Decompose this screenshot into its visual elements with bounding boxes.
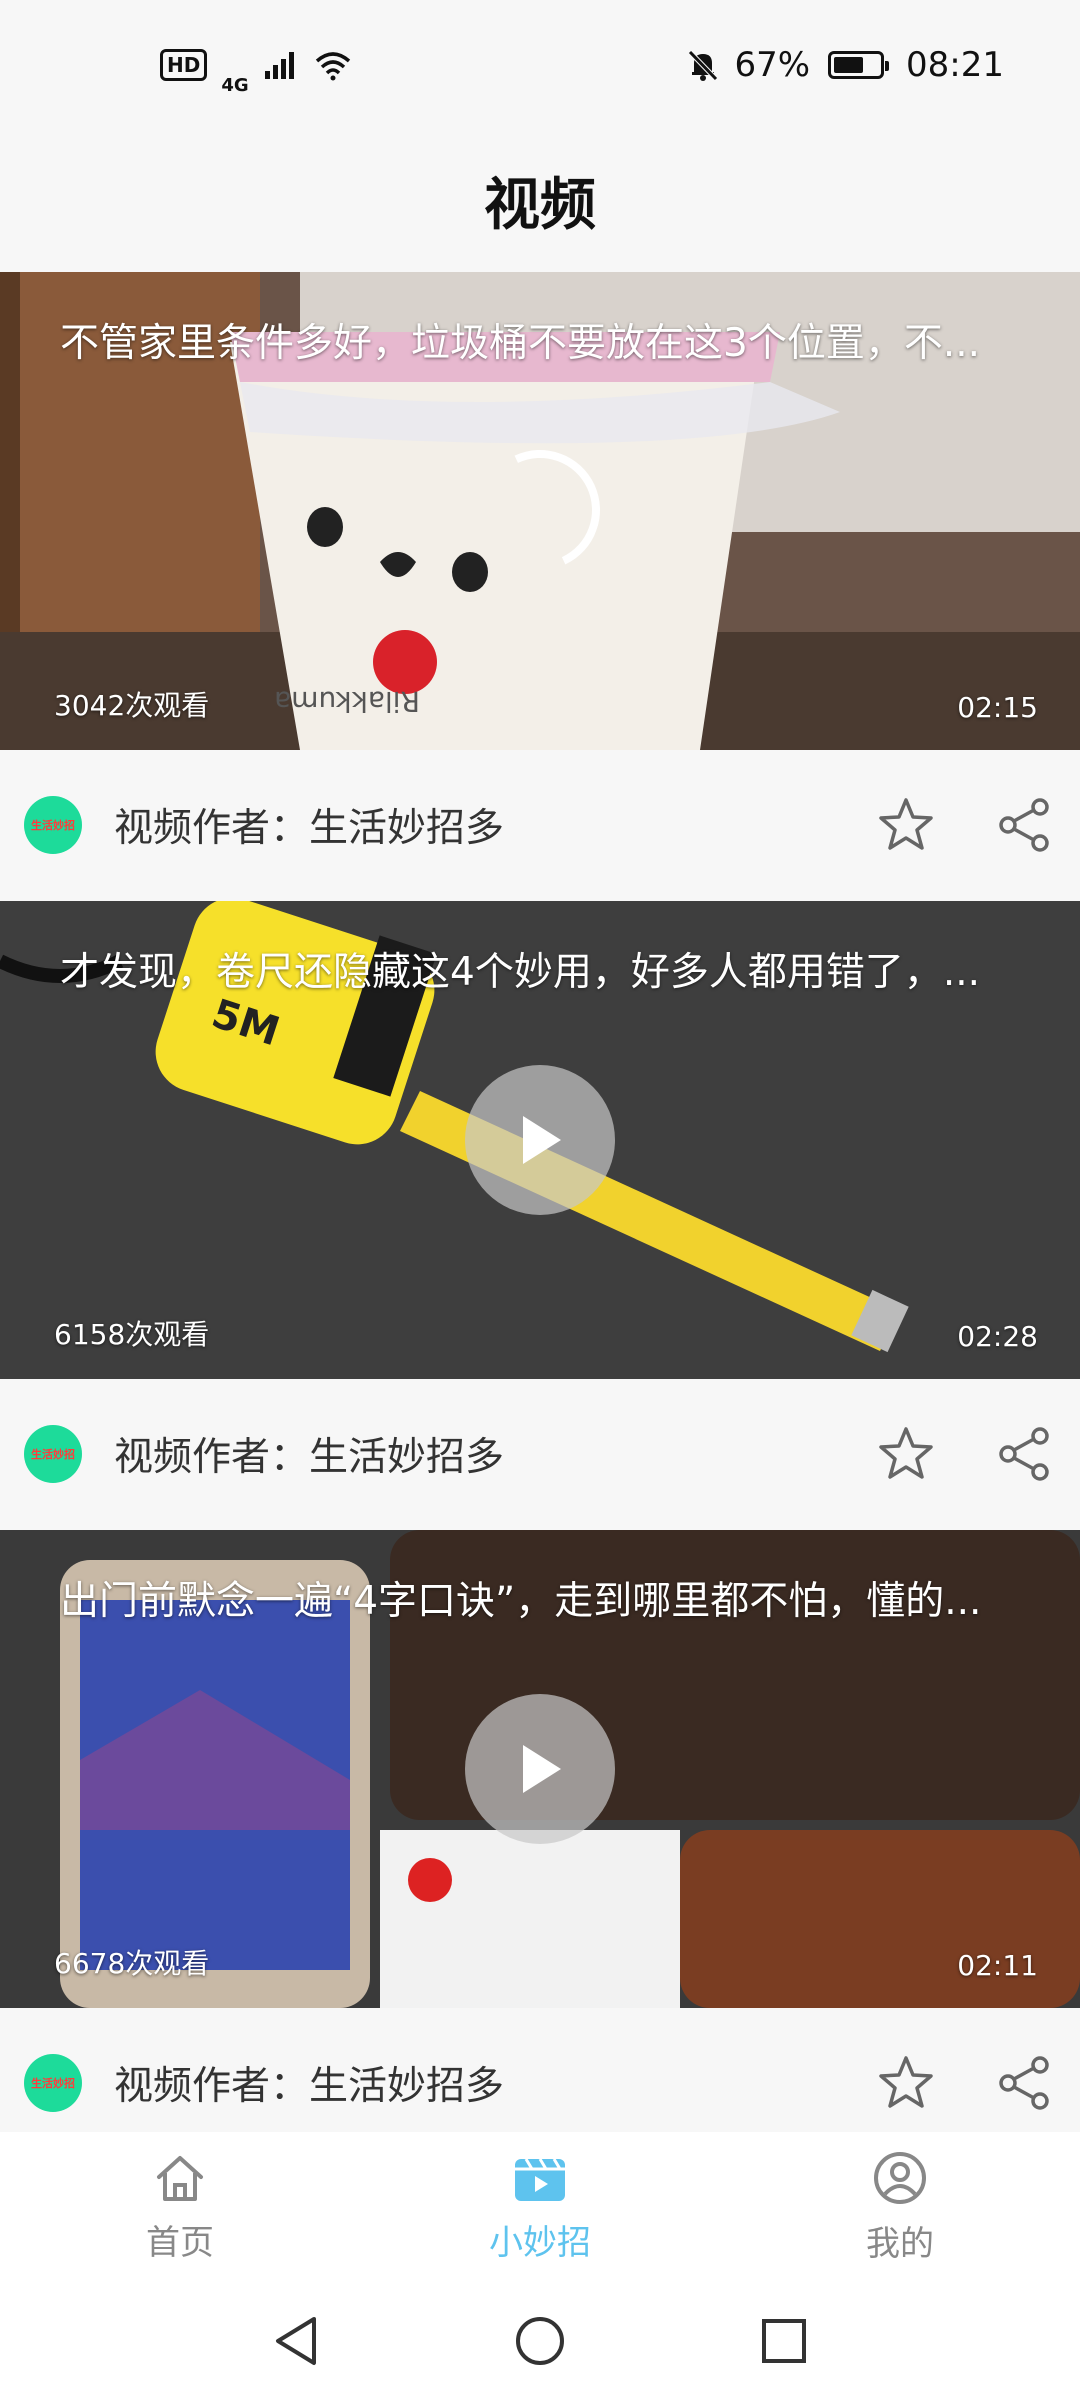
network-label: 4G [221,74,249,96]
battery-icon [828,51,890,79]
mute-bell-icon [688,50,719,81]
clock: 08:21 [906,45,1004,85]
tab-profile[interactable]: 我的 [790,2150,1010,2265]
author-avatar-text: 生活妙招 [31,2077,75,2090]
video-player[interactable]: 出门前默念一遍“4字口诀”，走到哪里都不怕，懂的... 6678次观看 02:1… [0,1530,1080,2008]
view-count: 6158次观看 [54,1318,210,1351]
video-player[interactable]: Rilakkuma 不管家里条件多好，垃圾桶不要放在这3个位置，不... 304… [0,272,1080,750]
play-button[interactable] [465,1694,615,1844]
play-icon [523,1116,561,1164]
share-icon[interactable] [992,1422,1056,1486]
video-title: 出门前默念一遍“4字口诀”，走到哪里都不怕，懂的... [60,1579,982,1624]
play-button[interactable] [465,1065,615,1215]
battery-percent: 67% [734,45,811,85]
video-card: 出门前默念一遍“4字口诀”，走到哪里都不怕，懂的... 6678次观看 02:1… [0,1530,1080,2158]
video-card-footer: 生活妙招 视频作者：生活妙招多 [0,750,1080,900]
tab-tips[interactable]: 小妙招 [430,2151,650,2264]
play-icon [523,1745,561,1793]
share-icon[interactable] [992,793,1056,857]
page-title: 视频 [484,172,596,238]
video-title: 才发现，卷尺还隐藏这4个妙用，好多人都用错了，... [60,950,981,995]
hd-badge: HD [160,49,208,81]
view-count: 3042次观看 [54,689,210,722]
favorite-star-icon[interactable] [874,793,938,857]
wifi-icon [315,52,350,81]
author-name[interactable]: 视频作者：生活妙招多 [114,797,820,853]
tab-profile-label: 我的 [866,2223,934,2264]
video-card: 5M 才发现，卷尺还隐藏这4个妙用，好多人都用错了，... 6158次观看 02… [0,901,1080,1529]
video-title: 不管家里条件多好，垃圾桶不要放在这3个位置，不... [60,321,981,366]
video-duration: 02:28 [957,1320,1038,1353]
recents-square-icon[interactable] [758,2315,810,2367]
status-bar: HD 4G 67% 08:21 [0,0,1080,130]
author-avatar[interactable]: 生活妙招 [24,2054,82,2112]
favorite-star-icon[interactable] [874,1422,938,1486]
favorite-star-icon[interactable] [874,2051,938,2115]
author-avatar[interactable]: 生活妙招 [24,1425,82,1483]
svg-text:Rilakkuma: Rilakkuma [274,685,420,718]
tab-home-label: 首页 [146,2222,214,2263]
author-name[interactable]: 视频作者：生活妙招多 [114,2055,820,2111]
view-count: 6678次观看 [54,1947,210,1980]
video-card: Rilakkuma 不管家里条件多好，垃圾桶不要放在这3个位置，不... 304… [0,272,1080,900]
share-icon[interactable] [992,2051,1056,2115]
video-duration: 02:15 [957,691,1038,724]
home-icon [157,2155,203,2201]
author-name[interactable]: 视频作者：生活妙招多 [114,1426,820,1482]
system-navigation-bar [0,2282,1080,2400]
author-avatar-text: 生活妙招 [31,1448,75,1461]
video-player[interactable]: 5M 才发现，卷尺还隐藏这4个妙用，好多人都用错了，... 6158次观看 02… [0,901,1080,1379]
profile-icon [874,2151,926,2204]
bottom-tab-bar: 首页 小妙招 我的 [0,2132,1080,2282]
battery-level-fill [834,57,864,73]
tab-home[interactable]: 首页 [70,2151,290,2264]
video-icon [515,2157,565,2201]
video-card-footer: 生活妙招 视频作者：生活妙招多 [0,1379,1080,1529]
author-avatar-text: 生活妙招 [31,819,75,832]
video-feed[interactable]: Rilakkuma 不管家里条件多好，垃圾桶不要放在这3个位置，不... 304… [0,272,1080,2159]
author-avatar[interactable]: 生活妙招 [24,796,82,854]
back-icon[interactable] [270,2313,322,2369]
home-circle-icon[interactable] [512,2313,568,2369]
signal-icon [264,52,294,79]
tab-tips-label: 小妙招 [489,2222,591,2263]
video-duration: 02:11 [957,1949,1038,1982]
